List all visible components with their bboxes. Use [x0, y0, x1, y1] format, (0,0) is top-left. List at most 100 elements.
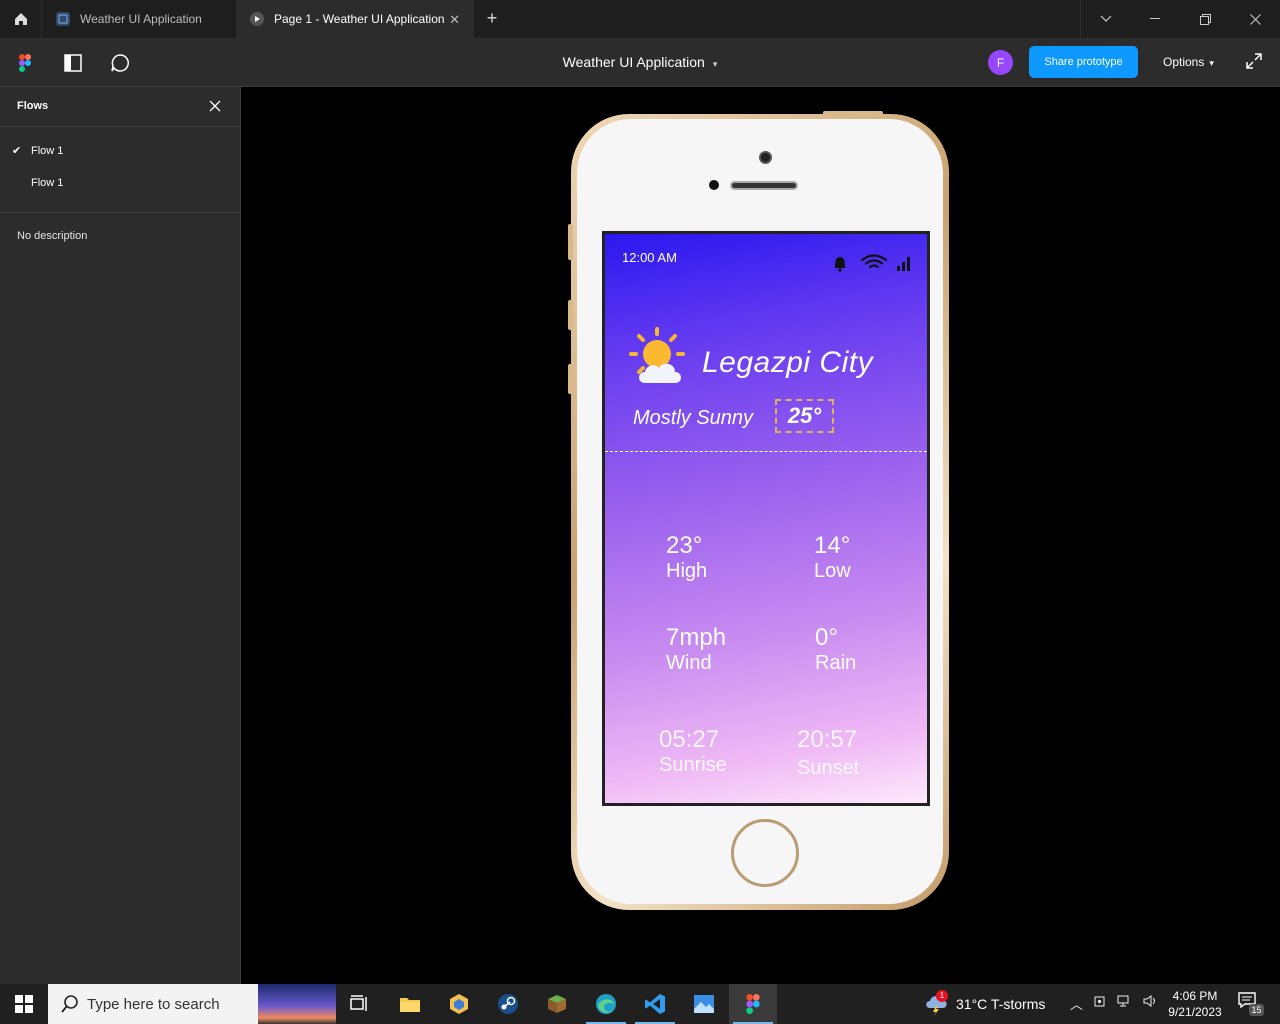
stat-value: 14° — [814, 532, 851, 559]
tab-label: Page 1 - Weather UI Application — [274, 12, 445, 26]
stat-value: 05:27 — [659, 726, 720, 753]
status-icons — [829, 252, 919, 272]
meet-now-icon[interactable] — [1093, 994, 1107, 1014]
new-tab-button[interactable]: + — [482, 8, 502, 28]
stat-label: Low — [814, 560, 851, 582]
start-button[interactable] — [0, 984, 48, 1024]
close-icon — [1249, 13, 1261, 25]
minimize-button[interactable] — [1130, 0, 1180, 38]
stat-value: 0° — [815, 624, 838, 651]
taskbar-search[interactable]: Type here to search — [48, 984, 336, 1024]
restore-button[interactable] — [1180, 0, 1230, 38]
app-hexagon[interactable] — [435, 984, 483, 1024]
partly-sunny-icon — [629, 327, 685, 383]
figma-logo-icon — [19, 54, 31, 72]
tab-label: Weather UI Application — [80, 12, 202, 26]
flows-panel-header: Flows — [0, 87, 240, 127]
volume-icon[interactable] — [1143, 994, 1159, 1014]
steam-app[interactable] — [484, 984, 532, 1024]
current-temperature: 25° — [775, 399, 834, 433]
stat-sunrise: 05:27 Sunrise — [659, 727, 727, 777]
stat-sunset: 20:57 Sunset — [797, 727, 859, 780]
system-tray: 1 31°C T-storms ︿ 4:06 PM 9/21/2023 15 — [920, 984, 1280, 1024]
options-dropdown[interactable]: Options ▾ — [1163, 55, 1214, 69]
comment-icon — [111, 54, 129, 72]
close-tab-icon[interactable]: ✕ — [449, 12, 460, 28]
close-window-button[interactable] — [1230, 0, 1280, 38]
status-time: 12:00 AM — [622, 250, 677, 265]
stat-value: 20:57 — [797, 726, 858, 753]
options-label: Options — [1163, 55, 1205, 69]
wifi-icon — [860, 254, 888, 269]
network-icon[interactable] — [1117, 994, 1133, 1014]
figma-app[interactable] — [729, 984, 777, 1024]
figma-menu-button[interactable] — [14, 52, 36, 74]
proximity-sensor — [709, 180, 719, 190]
close-panel-button[interactable] — [209, 99, 225, 115]
flow-label: Flow 1 — [31, 177, 64, 189]
tab-page-1-prototype[interactable]: Page 1 - Weather UI Application ✕ — [236, 0, 474, 38]
stat-label: Wind — [666, 652, 712, 674]
file-explorer-app[interactable] — [386, 984, 434, 1024]
edge-browser-icon — [596, 994, 616, 1014]
phone-screen: 12:00 AM Legazpi City Mostly Sunny 25° 2… — [602, 231, 930, 806]
flows-panel: Flows ✔ Flow 1 Flow 1 No description — [0, 87, 241, 984]
flows-panel-title: Flows — [17, 100, 49, 112]
prototype-canvas[interactable]: 12:00 AM Legazpi City Mostly Sunny 25° 2… — [241, 87, 1280, 984]
flow-item[interactable]: Flow 1 — [0, 167, 240, 199]
close-icon — [209, 100, 221, 112]
chevron-down-icon: ▾ — [712, 59, 718, 69]
edge-app[interactable] — [582, 984, 630, 1024]
earpiece-speaker — [730, 181, 798, 190]
home-icon — [14, 13, 27, 25]
phone-home-button[interactable] — [731, 819, 799, 887]
chevron-down-icon: ▾ — [1209, 58, 1214, 68]
stat-rain: 0° Rain — [815, 625, 856, 675]
stat-high: 23° High — [666, 533, 707, 583]
stat-wind: 7mph Wind — [666, 625, 726, 675]
clock[interactable]: 4:06 PM 9/21/2023 — [1160, 988, 1230, 1020]
task-view-icon — [350, 995, 367, 1011]
tab-list-button[interactable] — [1080, 0, 1130, 38]
comment-button[interactable] — [109, 52, 131, 74]
flow-item[interactable]: ✔ Flow 1 — [0, 135, 240, 167]
phone-frame: 12:00 AM Legazpi City Mostly Sunny 25° 2… — [568, 111, 949, 910]
tab-weather-ui-application[interactable]: Weather UI Application — [42, 0, 236, 38]
restore-icon — [1199, 13, 1211, 25]
project-title: Weather UI Application — [562, 54, 705, 70]
photos-icon — [694, 995, 714, 1013]
stat-value: 7mph — [666, 624, 727, 651]
minecraft-app[interactable] — [533, 984, 581, 1024]
stat-label: High — [666, 560, 708, 582]
fullscreen-button[interactable] — [1245, 52, 1265, 72]
weather-summary[interactable]: 31°C T-storms — [956, 996, 1045, 1012]
search-placeholder: Type here to search — [87, 996, 220, 1013]
vscode-icon — [645, 994, 665, 1014]
folder-icon — [400, 998, 420, 1012]
share-prototype-button[interactable]: Share prototype — [1029, 46, 1138, 78]
chevron-down-icon — [1100, 15, 1111, 22]
checkmark-icon: ✔ — [12, 145, 22, 157]
project-title-dropdown[interactable]: Weather UI Application ▾ — [520, 54, 760, 70]
play-icon — [250, 12, 264, 26]
volume-up-button — [568, 300, 573, 330]
search-icon — [61, 995, 78, 1013]
steam-icon — [498, 994, 518, 1014]
expand-icon — [1246, 53, 1262, 69]
vscode-app[interactable] — [631, 984, 679, 1024]
stat-label: Sunrise — [659, 754, 727, 776]
clock-date: 9/21/2023 — [1168, 1005, 1222, 1019]
minimize-icon — [1150, 18, 1160, 19]
toolbar: Weather UI Application ▾ F Share prototyp… — [0, 38, 1280, 87]
search-highlight-image — [258, 984, 336, 1024]
home-button[interactable] — [0, 0, 42, 38]
chevron-up-icon[interactable]: ︿ — [1070, 994, 1083, 1014]
title-bar: Weather UI Application Page 1 - Weather … — [0, 0, 1280, 38]
notification-center-button[interactable]: 15 — [1238, 992, 1264, 1016]
task-view-button[interactable] — [336, 984, 384, 1024]
notification-count: 15 — [1249, 1004, 1264, 1016]
toggle-sidebar-button[interactable] — [62, 52, 84, 74]
avatar[interactable]: F — [988, 50, 1013, 75]
photos-app[interactable] — [680, 984, 728, 1024]
weather-alert-badge: 1 — [936, 990, 948, 1002]
